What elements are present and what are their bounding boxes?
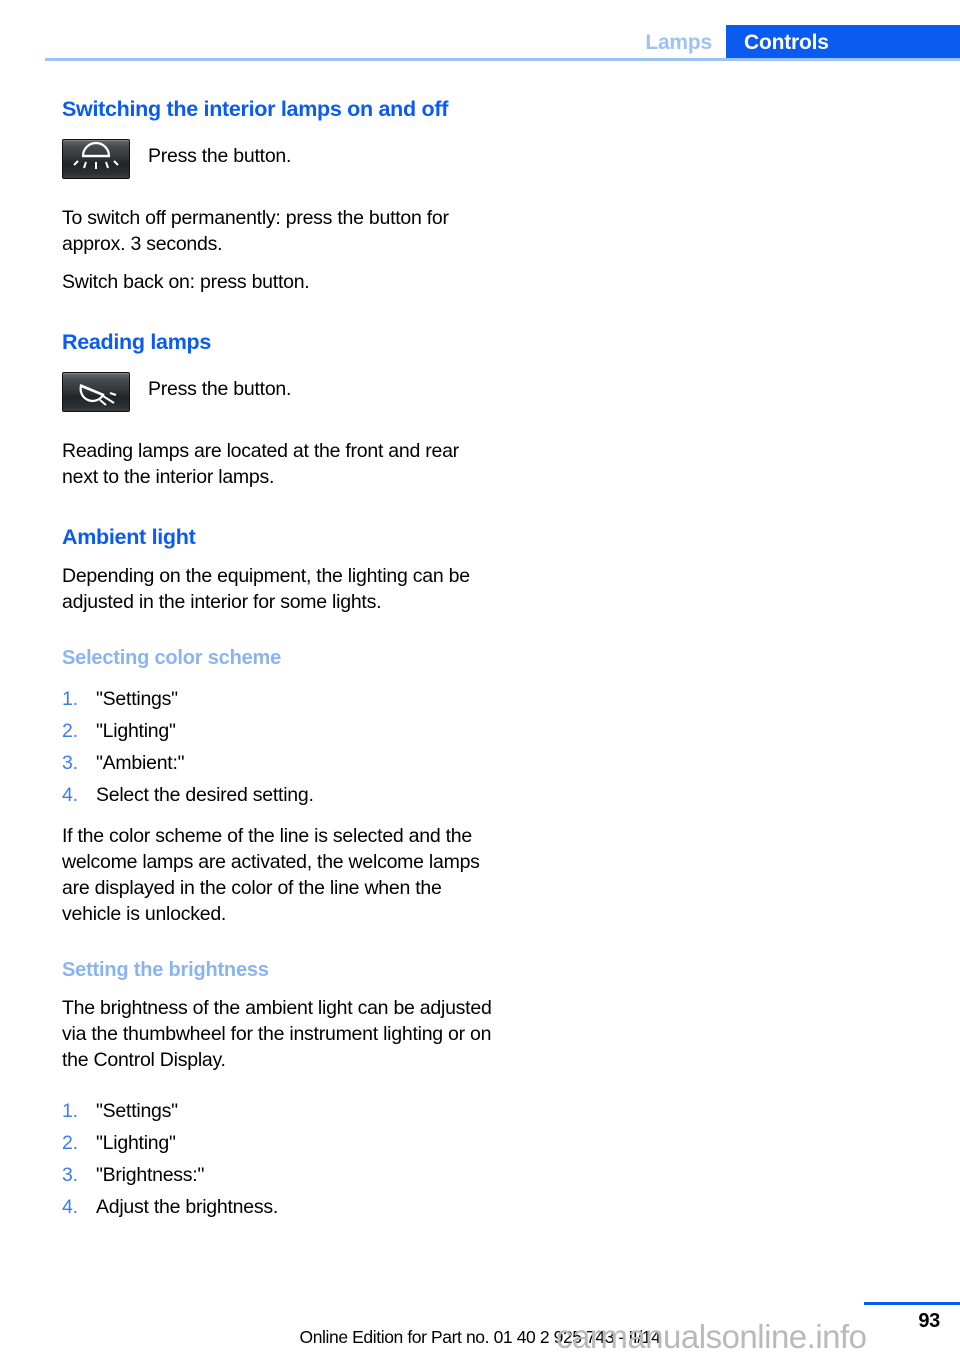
reading-lamp-instruction-row: Press the button. — [62, 372, 492, 412]
tab-lamps[interactable]: Lamps — [635, 25, 726, 61]
footer-edition-text: Online Edition for Part no. 01 40 2 925 … — [299, 1327, 661, 1347]
header-tabs: Lamps Controls — [635, 25, 960, 61]
reading-lamp-icon — [62, 372, 130, 412]
tab-controls[interactable]: Controls — [726, 25, 960, 61]
step-number: 2. — [62, 720, 78, 742]
header-divider — [45, 58, 960, 61]
reading-lamp-caption: Press the button. — [148, 378, 292, 400]
interior-lamps-paragraph-2: Switch back on: press button. — [62, 271, 310, 293]
interior-lamp-instruction-row: Press the button. — [62, 139, 492, 179]
page-content: Switching the interior lamps on and off … — [62, 96, 492, 1223]
ambient-light-paragraph-1: Depending on the equipment, the lighting… — [62, 565, 470, 613]
section-title-reading-lamps: Reading lamps — [62, 330, 212, 354]
list-item: 3. "Brightness:" — [62, 1159, 492, 1191]
reading-lamps-paragraph-1: Reading lamps are located at the front a… — [62, 440, 459, 488]
list-item: 1. "Settings" — [62, 683, 492, 715]
step-text: "Brightness:" — [96, 1164, 205, 1186]
list-item: 4. Adjust the brightness. — [62, 1191, 492, 1223]
brightness-steps: 1. "Settings" 2. "Lighting" 3. "Brightne… — [62, 1095, 492, 1223]
list-item: 1. "Settings" — [62, 1095, 492, 1127]
step-text: Select the desired setting. — [96, 784, 314, 806]
step-text: "Lighting" — [96, 720, 176, 742]
step-number: 1. — [62, 1100, 78, 1122]
step-number: 3. — [62, 1164, 78, 1186]
subsection-title-color-scheme: Selecting color scheme — [62, 647, 282, 669]
interior-lamp-caption: Press the button. — [148, 145, 292, 167]
list-item: 2. "Lighting" — [62, 1127, 492, 1159]
step-number: 1. — [62, 688, 78, 710]
step-text: "Ambient:" — [96, 752, 185, 774]
color-scheme-paragraph-after: If the color scheme of the line is selec… — [62, 825, 480, 925]
interior-lamps-paragraph-1: To switch off permanently: press the but… — [62, 207, 449, 255]
step-number: 2. — [62, 1132, 78, 1154]
step-text: "Lighting" — [96, 1132, 176, 1154]
footer-divider — [864, 1302, 960, 1305]
section-title-interior-lamps: Switching the interior lamps on and off — [62, 97, 449, 121]
step-text: Adjust the brightness. — [96, 1196, 279, 1218]
page-header: Lamps Controls — [0, 0, 960, 62]
color-scheme-steps: 1. "Settings" 2. "Lighting" 3. "Ambient:… — [62, 683, 492, 811]
section-title-ambient-light: Ambient light — [62, 525, 196, 549]
list-item: 3. "Ambient:" — [62, 747, 492, 779]
step-number: 4. — [62, 784, 78, 806]
interior-dome-lamp-icon — [62, 139, 130, 179]
step-number: 4. — [62, 1196, 78, 1218]
list-item: 4. Select the desired setting. — [62, 779, 492, 811]
step-number: 3. — [62, 752, 78, 774]
step-text: "Settings" — [96, 1100, 178, 1122]
list-item: 2. "Lighting" — [62, 715, 492, 747]
brightness-paragraph-1: The brightness of the ambient light can … — [62, 997, 492, 1071]
subsection-title-brightness: Setting the brightness — [62, 959, 269, 981]
step-text: "Settings" — [96, 688, 178, 710]
